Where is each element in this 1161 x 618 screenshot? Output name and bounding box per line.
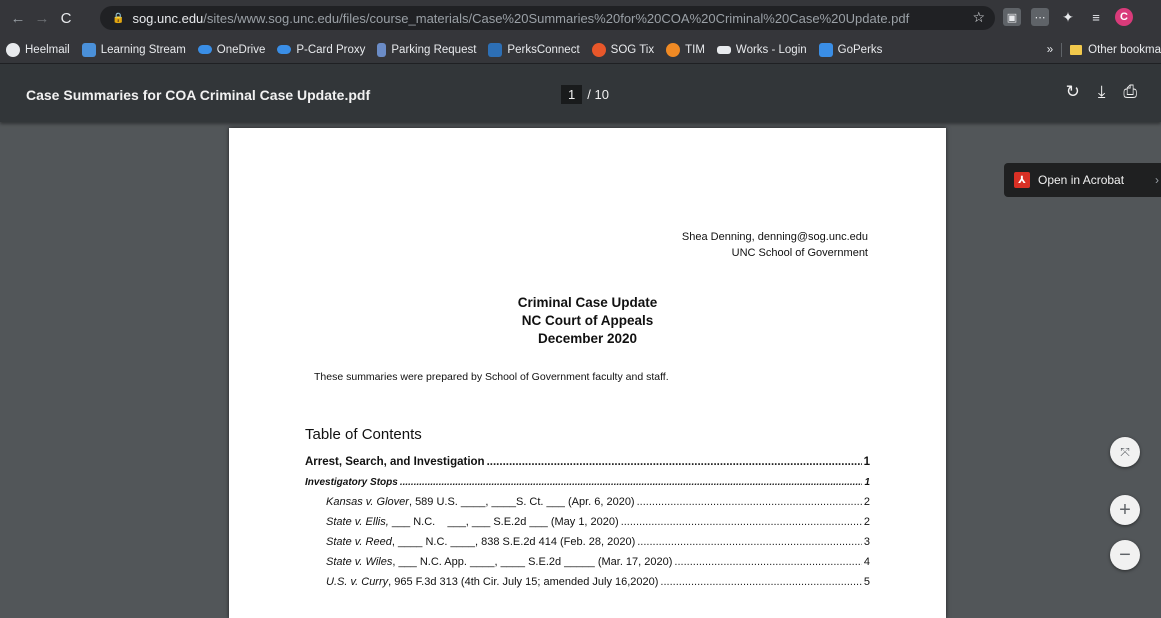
- folder-icon: [1070, 45, 1083, 55]
- print-icon[interactable]: ⎙: [1123, 82, 1137, 102]
- plus-icon: +: [1119, 498, 1131, 521]
- forward-icon[interactable]: →: [30, 10, 54, 27]
- fit-to-page-icon: ⤧: [1120, 444, 1130, 459]
- heading-line: NC Court of Appeals: [521, 313, 654, 328]
- bookmark-item[interactable]: Parking Request: [377, 42, 476, 57]
- page-number-input[interactable]: 1: [561, 85, 583, 104]
- toc-entry[interactable]: State v. Wiles , ___ N.C. App. ____, ___…: [305, 552, 870, 572]
- prepared-note: These summaries were prepared by School …: [314, 371, 669, 383]
- parking-icon: [377, 42, 387, 57]
- bookmark-item[interactable]: Learning Stream: [81, 42, 186, 57]
- bookmark-item[interactable]: TIM: [666, 42, 705, 57]
- extension-menu-icon[interactable]: ⋯: [1031, 8, 1049, 26]
- page-total: / 10: [587, 87, 609, 102]
- pdf-toolbar: Case Summaries for COA Criminal Case Upd…: [0, 64, 1161, 122]
- open-in-acrobat-button[interactable]: ⅄ Open in Acrobat ›: [1004, 163, 1161, 197]
- goperks-icon: [818, 42, 833, 57]
- tim-icon: [666, 42, 681, 57]
- back-icon[interactable]: ←: [6, 10, 30, 27]
- toc-entry[interactable]: Arrest, Search, and Investigation1: [305, 452, 870, 472]
- reload-icon[interactable]: C: [54, 10, 78, 27]
- perks-icon: [488, 42, 503, 57]
- url-path: /sites/www.sog.unc.edu/files/course_mate…: [203, 10, 910, 26]
- author-block: Shea Denning, denning@sog.unc.edu UNC Sc…: [682, 229, 868, 261]
- toc-entry[interactable]: State v. Reed, ____ N.C. ____, 838 S.E.2…: [305, 532, 870, 552]
- acrobat-icon: ⅄: [1014, 172, 1030, 188]
- toc-entry[interactable]: Kansas v. Glover, 589 U.S. ____, ____S. …: [305, 492, 870, 512]
- fit-page-button[interactable]: ⤧: [1110, 437, 1140, 467]
- cloud-icon: [197, 45, 212, 54]
- reading-list-icon[interactable]: ≡: [1087, 8, 1105, 26]
- bookmark-item[interactable]: PerksConnect: [488, 42, 580, 57]
- download-icon[interactable]: ⤓: [1098, 82, 1106, 102]
- zoom-in-button[interactable]: +: [1110, 495, 1140, 525]
- other-bookmarks[interactable]: Other bookma: [1088, 44, 1161, 56]
- bookmarks-overflow: » Other bookma: [1038, 36, 1161, 63]
- bookmark-item[interactable]: P-Card Proxy: [277, 44, 365, 56]
- bookmark-item[interactable]: Heelmail: [6, 42, 70, 57]
- document-heading: Criminal Case Update NC Court of Appeals…: [229, 294, 946, 348]
- bookmarks-bar: Heelmail Learning Stream OneDrive P-Card…: [0, 36, 1161, 64]
- sog-tix-icon: [591, 42, 606, 57]
- pdf-actions: ↻ ⤓ ⎙: [1066, 82, 1137, 102]
- toc-entry[interactable]: U.S. v. Curry, 965 F.3d 313 (4th Cir. Ju…: [305, 572, 870, 592]
- graduation-cap-icon: [716, 45, 731, 54]
- zoom-out-button[interactable]: −: [1110, 540, 1140, 570]
- chevron-right-icon[interactable]: ›: [1155, 173, 1159, 187]
- toc-title: Table of Contents: [305, 426, 422, 443]
- page-indicator: 1 / 10: [561, 85, 609, 104]
- bookmark-item[interactable]: GoPerks: [818, 42, 882, 57]
- puzzle-icon[interactable]: ✦: [1059, 8, 1077, 26]
- heading-line: Criminal Case Update: [517, 295, 658, 310]
- table-of-contents: Arrest, Search, and Investigation1 Inves…: [305, 452, 870, 592]
- bookmark-star-icon[interactable]: ☆: [972, 9, 985, 26]
- toc-entry[interactable]: Investigatory Stops1: [305, 472, 870, 492]
- bookmark-item[interactable]: OneDrive: [197, 44, 265, 56]
- heelmail-icon: [6, 42, 20, 57]
- bookmark-item[interactable]: SOG Tix: [591, 42, 654, 57]
- pdf-title: Case Summaries for COA Criminal Case Upd…: [26, 87, 371, 103]
- profile-avatar[interactable]: C: [1115, 8, 1133, 26]
- separator: [1061, 43, 1063, 57]
- rotate-icon[interactable]: ↻: [1066, 82, 1080, 102]
- toc-entry[interactable]: State v. Ellis, ___ N.C. ___, ___ S.E.2d…: [305, 512, 870, 532]
- extension-icon[interactable]: ▣: [1003, 8, 1021, 26]
- bookmark-item[interactable]: Works - Login: [716, 44, 807, 56]
- browser-toolbar: ← → C 🔒 sog.unc.edu/sites/www.sog.unc.ed…: [0, 0, 1161, 36]
- cloud-icon: [277, 45, 292, 54]
- lock-icon: 🔒: [112, 12, 125, 24]
- acrobat-label: Open in Acrobat: [1038, 173, 1125, 187]
- pdf-page: Shea Denning, denning@sog.unc.edu UNC Sc…: [229, 128, 946, 618]
- minus-icon: −: [1119, 543, 1131, 566]
- url-host: sog.unc.edu: [132, 10, 204, 26]
- learning-stream-icon: [81, 42, 96, 57]
- author-affiliation: UNC School of Government: [731, 247, 868, 259]
- overflow-chevron-icon[interactable]: »: [1047, 44, 1053, 56]
- extensions-area: ▣ ⋯ ✦ ≡ C: [1003, 8, 1133, 26]
- author-line: Shea Denning, denning@sog.unc.edu: [681, 231, 868, 243]
- address-bar[interactable]: 🔒 sog.unc.edu/sites/www.sog.unc.edu/file…: [100, 6, 995, 30]
- heading-line: December 2020: [537, 331, 638, 346]
